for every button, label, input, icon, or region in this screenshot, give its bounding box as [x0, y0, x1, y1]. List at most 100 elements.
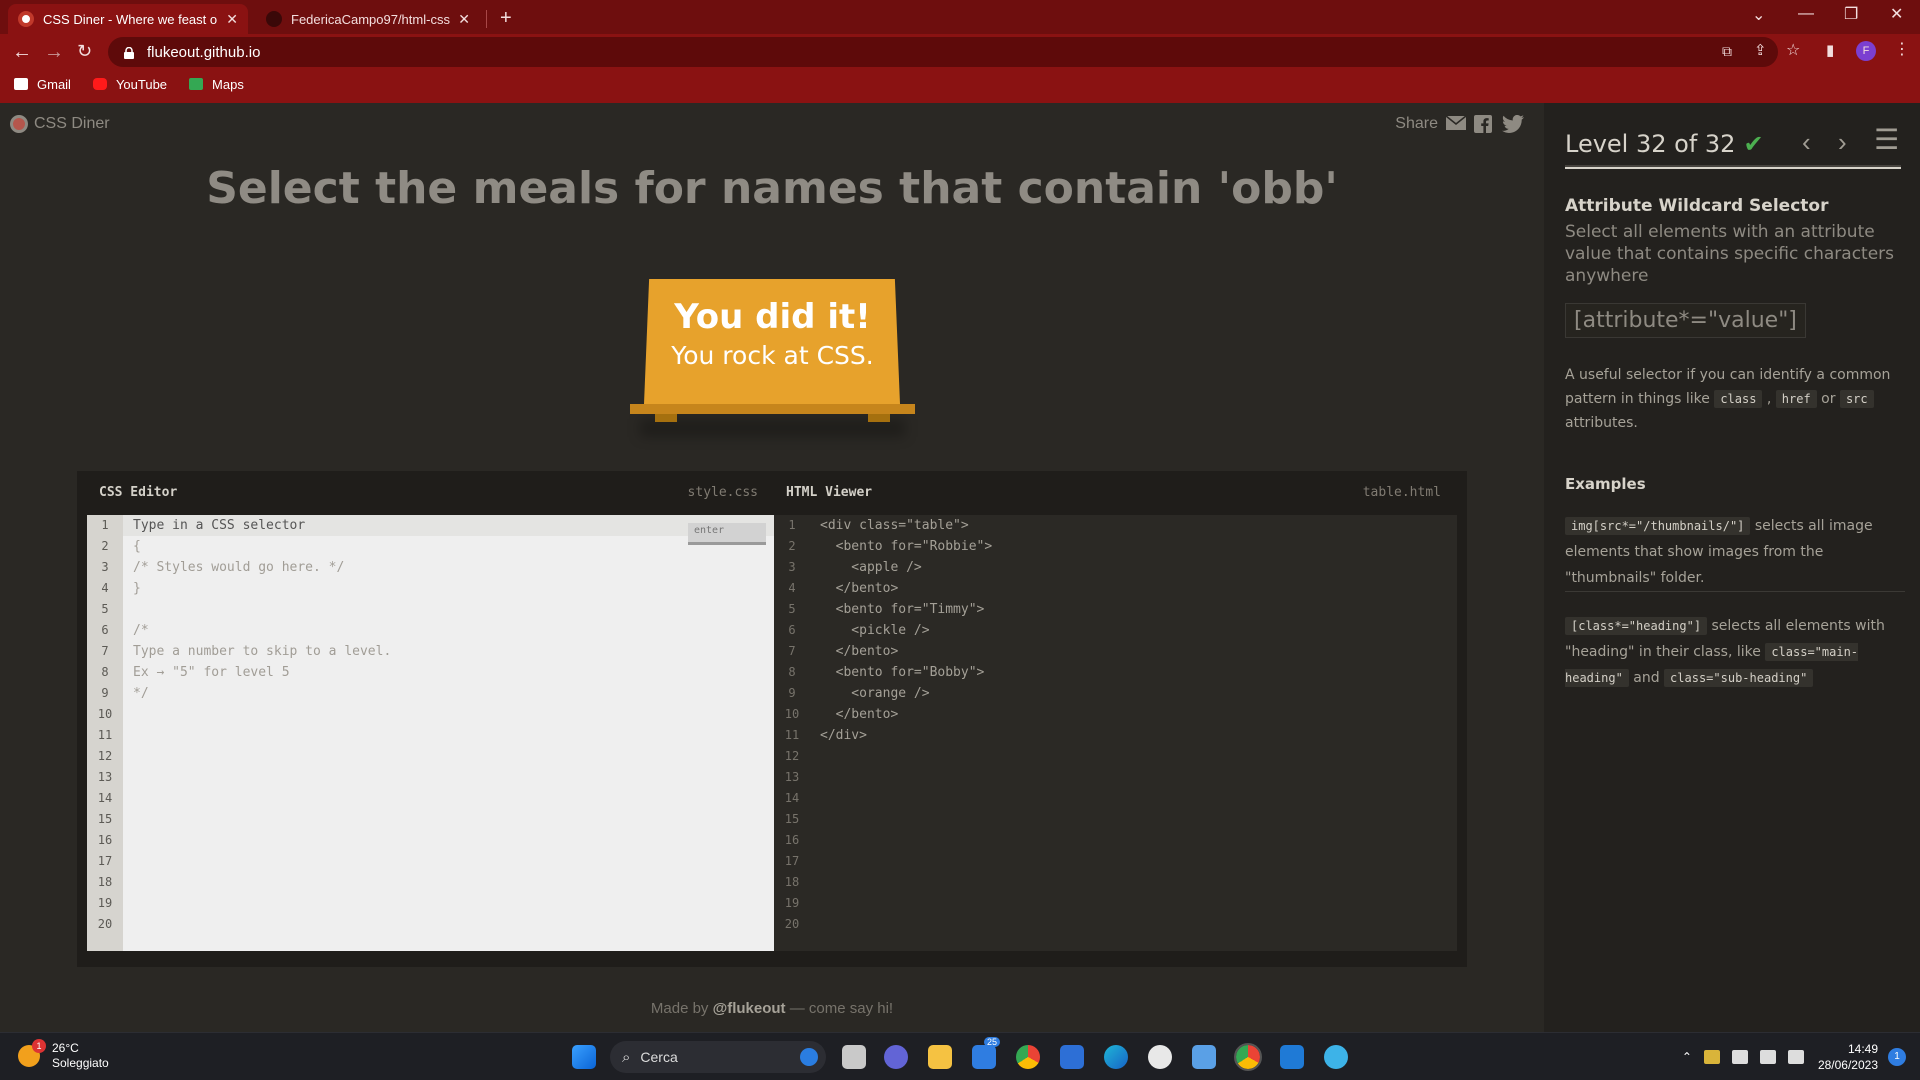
battery-icon[interactable]: [1787, 1050, 1804, 1064]
back-icon[interactable]: ←: [12, 42, 32, 62]
line-number: 5: [788, 602, 796, 616]
mail-icon[interactable]: 25: [972, 1037, 1001, 1069]
windows-taskbar: 1 26°C Soleggiato ⌕ Cerca 25 ⌃ 14:49 28/…: [0, 1032, 1920, 1080]
line-number: 20: [784, 917, 800, 931]
notification-badge[interactable]: 1: [1888, 1048, 1906, 1066]
line-number: 17: [97, 854, 113, 868]
browser-chrome: CSS Diner - Where we feast on CSS Select…: [0, 0, 1920, 103]
completed-check-icon: ✔: [1743, 130, 1764, 158]
share-page-icon[interactable]: ⇪: [1754, 43, 1767, 58]
line-number: 14: [784, 791, 800, 805]
code-line: <bento for="Bobby">: [820, 665, 985, 680]
close-icon[interactable]: ✕: [226, 11, 238, 28]
sun-icon: 1: [18, 1039, 46, 1067]
teams-chat-icon[interactable]: [884, 1045, 908, 1069]
tray-overflow-chevron-icon[interactable]: ⌃: [1682, 1050, 1692, 1064]
onedrive-icon[interactable]: [1703, 1050, 1720, 1064]
bookmark-gmail[interactable]: Gmail: [14, 77, 71, 92]
bookmark-youtube[interactable]: YouTube: [92, 77, 167, 92]
line-number: 6: [788, 623, 796, 637]
restore-icon[interactable]: ❐: [1844, 7, 1858, 23]
line-number: 7: [788, 644, 796, 658]
line-number: 1: [101, 518, 109, 532]
edge-icon[interactable]: [1104, 1045, 1128, 1069]
code-line: Type a number to skip to a level.: [133, 644, 392, 659]
powershell-icon[interactable]: [1060, 1045, 1084, 1069]
clock[interactable]: 14:49 28/06/2023: [1818, 1041, 1878, 1073]
tab-github[interactable]: FedericaCampo97/html-css-flukeout ✕: [256, 4, 480, 34]
code-line: Type in a CSS selector: [123, 515, 774, 536]
url-text: flukeout.github.io: [147, 43, 261, 61]
example-code: img[src*="/thumbnails/"]: [1565, 517, 1751, 535]
tab-title: CSS Diner - Where we feast on CSS Select…: [43, 11, 218, 27]
chrome-icon[interactable]: [1016, 1045, 1040, 1069]
line-number: 9: [788, 686, 796, 700]
css-diner-favicon-icon: [18, 11, 34, 27]
bookmark-star-icon[interactable]: ☆: [1786, 43, 1800, 59]
tab-search-chevron-icon[interactable]: ⌄: [1752, 8, 1765, 24]
slack-icon[interactable]: [1148, 1045, 1172, 1069]
logo[interactable]: CSS Diner: [10, 115, 110, 133]
table-leg: [655, 414, 677, 422]
tab-css-diner[interactable]: CSS Diner - Where we feast on CSS Select…: [8, 4, 248, 34]
level-menu-icon[interactable]: ☰: [1874, 123, 1899, 156]
code-line: </bento>: [820, 644, 899, 659]
window-close-icon[interactable]: ✕: [1890, 7, 1903, 23]
new-tab-icon[interactable]: +: [500, 8, 512, 28]
taskbar-search[interactable]: ⌕ Cerca: [610, 1041, 826, 1073]
menu-kebab-icon[interactable]: ⋮: [1894, 42, 1910, 58]
line-number: 13: [97, 770, 113, 784]
css-input-area[interactable]: enter Type in a CSS selector {/* Styles w…: [123, 515, 774, 951]
windows-start-icon[interactable]: [572, 1045, 596, 1069]
minimize-icon[interactable]: —: [1798, 6, 1814, 22]
selector-name: Attribute Wildcard Selector: [1565, 196, 1829, 216]
reload-icon[interactable]: ↻: [77, 42, 92, 60]
next-level-icon[interactable]: ›: [1838, 127, 1847, 158]
line-number: 14: [97, 791, 113, 805]
profile-avatar[interactable]: F: [1856, 41, 1876, 61]
email-icon[interactable]: [1445, 115, 1467, 133]
example-divider: [1565, 591, 1905, 592]
volume-icon[interactable]: [1759, 1050, 1776, 1064]
weather-widget[interactable]: 1 26°C Soleggiato: [18, 1039, 109, 1071]
previous-level-icon[interactable]: ‹: [1802, 127, 1811, 158]
line-number: 12: [97, 749, 113, 763]
vscode-icon[interactable]: [1280, 1045, 1304, 1069]
twitter-icon[interactable]: [1502, 114, 1524, 133]
file-explorer-icon[interactable]: [928, 1045, 952, 1069]
enter-button[interactable]: enter: [688, 523, 766, 545]
facebook-icon[interactable]: [1474, 115, 1494, 133]
order-instruction: Select the meals for names that contain …: [206, 163, 1338, 214]
globe-app-icon[interactable]: [1324, 1045, 1348, 1069]
address-bar[interactable]: flukeout.github.io: [108, 37, 1778, 67]
close-icon[interactable]: ✕: [458, 11, 470, 28]
translate-icon[interactable]: ⧉: [1722, 44, 1732, 58]
chrome-profile-icon[interactable]: [1234, 1043, 1262, 1071]
code-line: <div class="table">: [820, 518, 969, 533]
wifi-icon[interactable]: [1731, 1050, 1748, 1064]
game-area: CSS Diner Share Select the meals for nam…: [0, 103, 1544, 1032]
side-panel-icon[interactable]: ▮: [1826, 43, 1834, 58]
task-view-icon[interactable]: [842, 1045, 866, 1069]
flukeout-link[interactable]: @flukeout: [713, 1000, 786, 1017]
editors: CSS Editor style.css 1 2 3 4 5 6 7 8 9 10 11 12 13 14…: [77, 471, 1467, 967]
line-number: 11: [97, 728, 113, 742]
bookmark-maps[interactable]: Maps: [189, 77, 244, 92]
line-number: 12: [784, 749, 800, 763]
line-number: 16: [784, 833, 800, 847]
notepad-icon[interactable]: [1192, 1045, 1216, 1069]
hint-text: or: [1816, 391, 1840, 407]
forward-icon[interactable]: →: [44, 42, 64, 62]
tab-separator: [486, 10, 487, 28]
line-numbers: 1 2 3 4 5 6 7 8 9 10 11 12 13 14 15 16 17 18 19 20: [774, 515, 810, 951]
